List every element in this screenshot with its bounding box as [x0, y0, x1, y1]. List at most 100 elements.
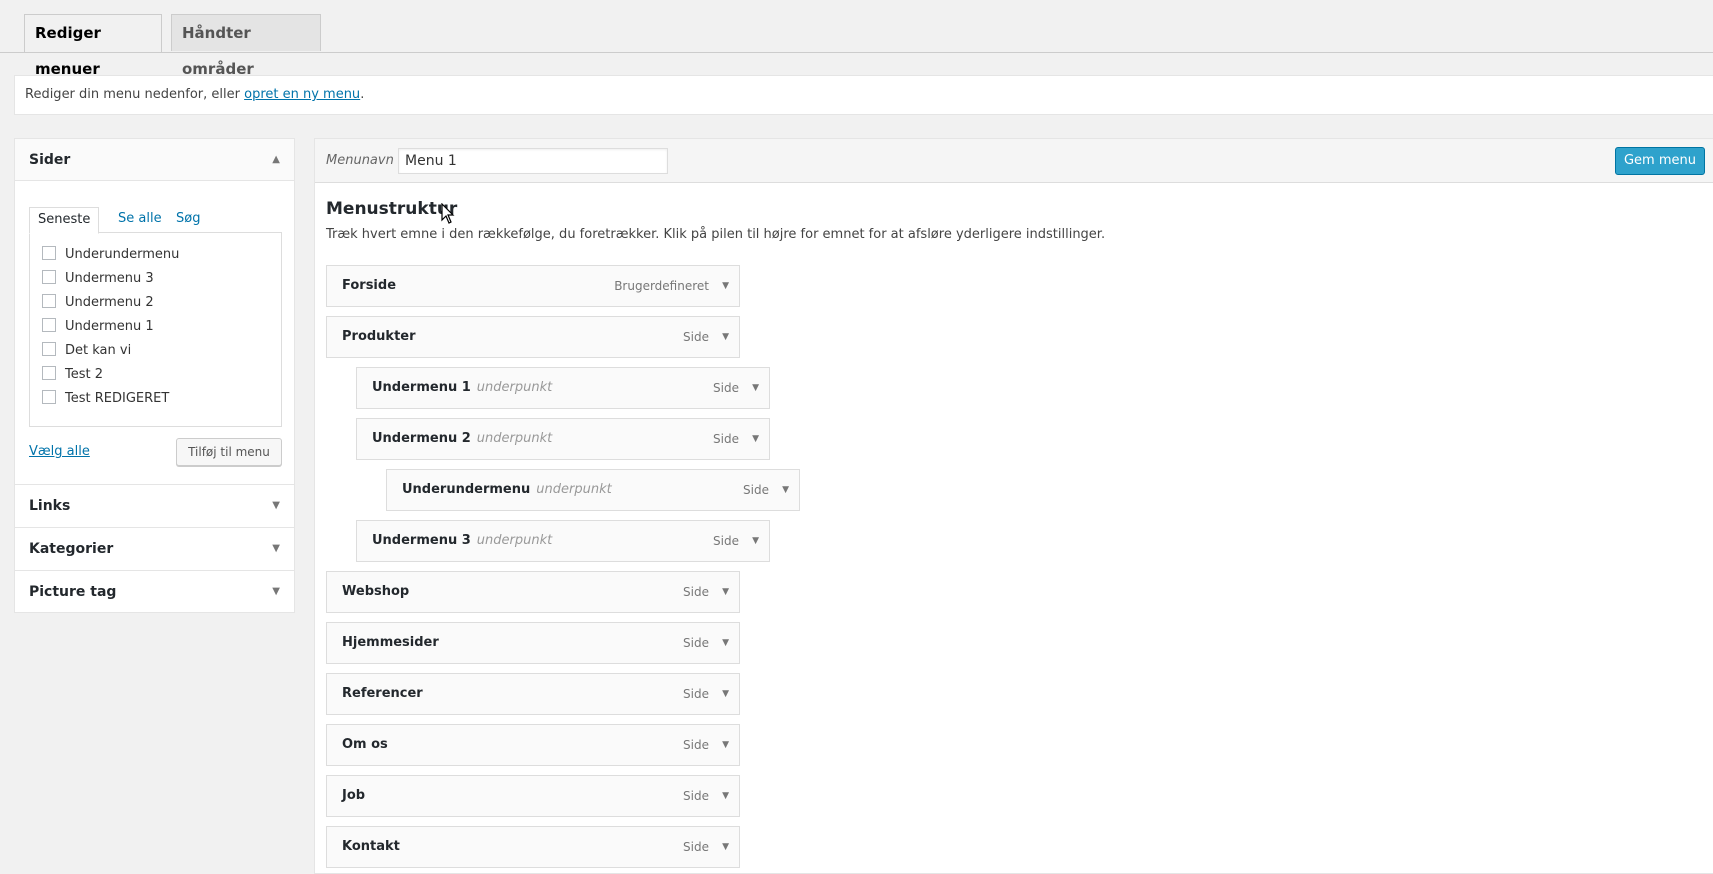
- pages-checklist: Underundermenu Undermenu 3 Undermenu 2 U…: [29, 232, 282, 427]
- checkbox[interactable]: [42, 318, 56, 332]
- caret-down-icon[interactable]: ▼: [722, 317, 729, 357]
- checkbox[interactable]: [42, 294, 56, 308]
- menu-item[interactable]: Forside Brugerdefineret ▼: [326, 265, 740, 307]
- triangle-down-icon[interactable]: ▼: [272, 485, 280, 527]
- menu-item-subitem-label: underpunkt: [476, 431, 553, 446]
- list-item[interactable]: Test 2: [42, 365, 103, 385]
- menu-item-title: Om os: [342, 725, 388, 765]
- list-item[interactable]: Undermenu 1: [42, 317, 154, 337]
- menu-item[interactable]: Om os Side ▼: [326, 724, 740, 766]
- menu-item-title: Produkter: [342, 317, 416, 357]
- list-item-label: Det kan vi: [65, 343, 132, 358]
- tab-recent[interactable]: Seneste: [29, 207, 100, 234]
- edit-notice: Rediger din menu nedenfor, eller opret e…: [14, 75, 1713, 115]
- menu-item[interactable]: Produkter Side ▼: [326, 316, 740, 358]
- triangle-up-icon[interactable]: ▲: [272, 139, 280, 181]
- caret-down-icon[interactable]: ▼: [722, 725, 729, 765]
- list-item-label: Undermenu 3: [65, 271, 154, 286]
- caret-down-icon[interactable]: ▼: [722, 266, 729, 306]
- list-item-label: Undermenu 2: [65, 295, 154, 310]
- menu-item[interactable]: Undermenu 3 underpunkt Side ▼: [356, 520, 770, 562]
- list-item[interactable]: Underundermenu: [42, 245, 179, 265]
- caret-down-icon[interactable]: ▼: [722, 776, 729, 816]
- list-item[interactable]: Det kan vi: [42, 341, 131, 361]
- menu-item[interactable]: Kontakt Side ▼: [326, 826, 740, 868]
- menu-item-title: Kontakt: [342, 827, 400, 867]
- save-menu-button[interactable]: Gem menu: [1615, 147, 1705, 175]
- caret-down-icon[interactable]: ▼: [722, 827, 729, 867]
- list-item[interactable]: Test REDIGERET: [42, 389, 169, 409]
- create-new-menu-link[interactable]: opret en ny menu: [244, 87, 360, 102]
- caret-down-icon[interactable]: ▼: [722, 674, 729, 714]
- section-links-header[interactable]: Links ▼: [15, 484, 294, 526]
- list-item[interactable]: Undermenu 2: [42, 293, 154, 313]
- menu-item-type: Side: [683, 636, 709, 650]
- menu-item-type: Side: [683, 585, 709, 599]
- caret-down-icon[interactable]: ▼: [722, 572, 729, 612]
- menu-item-title-text: Om os: [342, 737, 388, 752]
- caret-down-icon[interactable]: ▼: [752, 521, 759, 561]
- menu-structure-title: Menustruktur: [326, 199, 458, 219]
- menu-item-title-text: Underundermenu: [402, 482, 531, 497]
- menu-item-title-text: Webshop: [342, 584, 410, 599]
- menu-item-type: Side: [683, 840, 709, 854]
- caret-down-icon[interactable]: ▼: [782, 470, 789, 510]
- menu-item-title-text: Kontakt: [342, 839, 400, 854]
- menu-item-type: Brugerdefineret: [614, 279, 709, 293]
- menu-item[interactable]: Hjemmesider Side ▼: [326, 622, 740, 664]
- menu-item-title-text: Produkter: [342, 329, 416, 344]
- section-categories-title: Kategorier: [29, 541, 114, 557]
- caret-down-icon[interactable]: ▼: [722, 623, 729, 663]
- menu-item[interactable]: Job Side ▼: [326, 775, 740, 817]
- section-pages-header[interactable]: Sider ▲: [15, 139, 294, 181]
- tab-view-all[interactable]: Se alle: [118, 207, 162, 231]
- menu-item[interactable]: Undermenu 2 underpunkt Side ▼: [356, 418, 770, 460]
- section-picture-tag-header[interactable]: Picture tag ▼: [15, 570, 294, 612]
- caret-down-icon[interactable]: ▼: [752, 368, 759, 408]
- mouse-cursor-icon: [441, 203, 455, 224]
- menu-item[interactable]: Underundermenu underpunkt Side ▼: [386, 469, 800, 511]
- tab-edit-menus[interactable]: Rediger menuer: [24, 14, 162, 78]
- caret-down-icon[interactable]: ▼: [752, 419, 759, 459]
- checkbox[interactable]: [42, 246, 56, 260]
- menu-structure-description: Træk hvert emne i den rækkefølge, du for…: [326, 227, 1106, 242]
- tab-search[interactable]: Søg: [176, 207, 200, 231]
- menu-item-type: Side: [683, 687, 709, 701]
- tab-manage-locations[interactable]: Håndter områder: [171, 14, 321, 78]
- section-pages-title: Sider: [29, 152, 71, 168]
- list-item[interactable]: Undermenu 3: [42, 269, 154, 289]
- menu-item-type: Side: [683, 330, 709, 344]
- select-all-link[interactable]: Vælg alle: [29, 444, 90, 459]
- notice-text-end: .: [360, 87, 365, 102]
- menu-item-title-text: Undermenu 1: [372, 380, 471, 395]
- notice-text: Rediger din menu nedenfor, eller: [25, 87, 245, 102]
- triangle-down-icon[interactable]: ▼: [272, 528, 280, 570]
- menu-item[interactable]: Referencer Side ▼: [326, 673, 740, 715]
- triangle-down-icon[interactable]: ▼: [272, 571, 280, 613]
- menu-item-title-text: Undermenu 3: [372, 533, 471, 548]
- menu-item-type: Side: [713, 432, 739, 446]
- menu-item-type: Side: [713, 534, 739, 548]
- menu-item-title-text: Hjemmesider: [342, 635, 439, 650]
- nav-tabs: Rediger menuer Håndter områder: [0, 0, 1713, 78]
- menu-name-input[interactable]: Menu 1: [398, 148, 668, 174]
- checkbox[interactable]: [42, 390, 56, 404]
- section-picture-tag-title: Picture tag: [29, 584, 117, 600]
- menu-item-title: Undermenu 3 underpunkt: [372, 521, 552, 561]
- menu-item[interactable]: Undermenu 1 underpunkt Side ▼: [356, 367, 770, 409]
- menu-item-title-text: Forside: [342, 278, 397, 293]
- checkbox[interactable]: [42, 366, 56, 380]
- menu-item-type: Side: [683, 738, 709, 752]
- checkbox[interactable]: [42, 270, 56, 284]
- checkbox[interactable]: [42, 342, 56, 356]
- menu-item[interactable]: Webshop Side ▼: [326, 571, 740, 613]
- list-item-label: Test 2: [65, 367, 104, 382]
- menu-item-type: Side: [743, 483, 769, 497]
- add-items-sidebar: Sider ▲ Seneste Se alle Søg Underunderme…: [14, 138, 295, 613]
- menu-item-title: Job: [342, 776, 365, 816]
- section-categories-header[interactable]: Kategorier ▼: [15, 527, 294, 569]
- menu-name-label: Menunavn: [326, 153, 394, 168]
- list-item-label: Underundermenu: [65, 247, 180, 262]
- menu-item-title: Forside: [342, 266, 396, 306]
- add-to-menu-button[interactable]: Tilføj til menu: [176, 438, 282, 466]
